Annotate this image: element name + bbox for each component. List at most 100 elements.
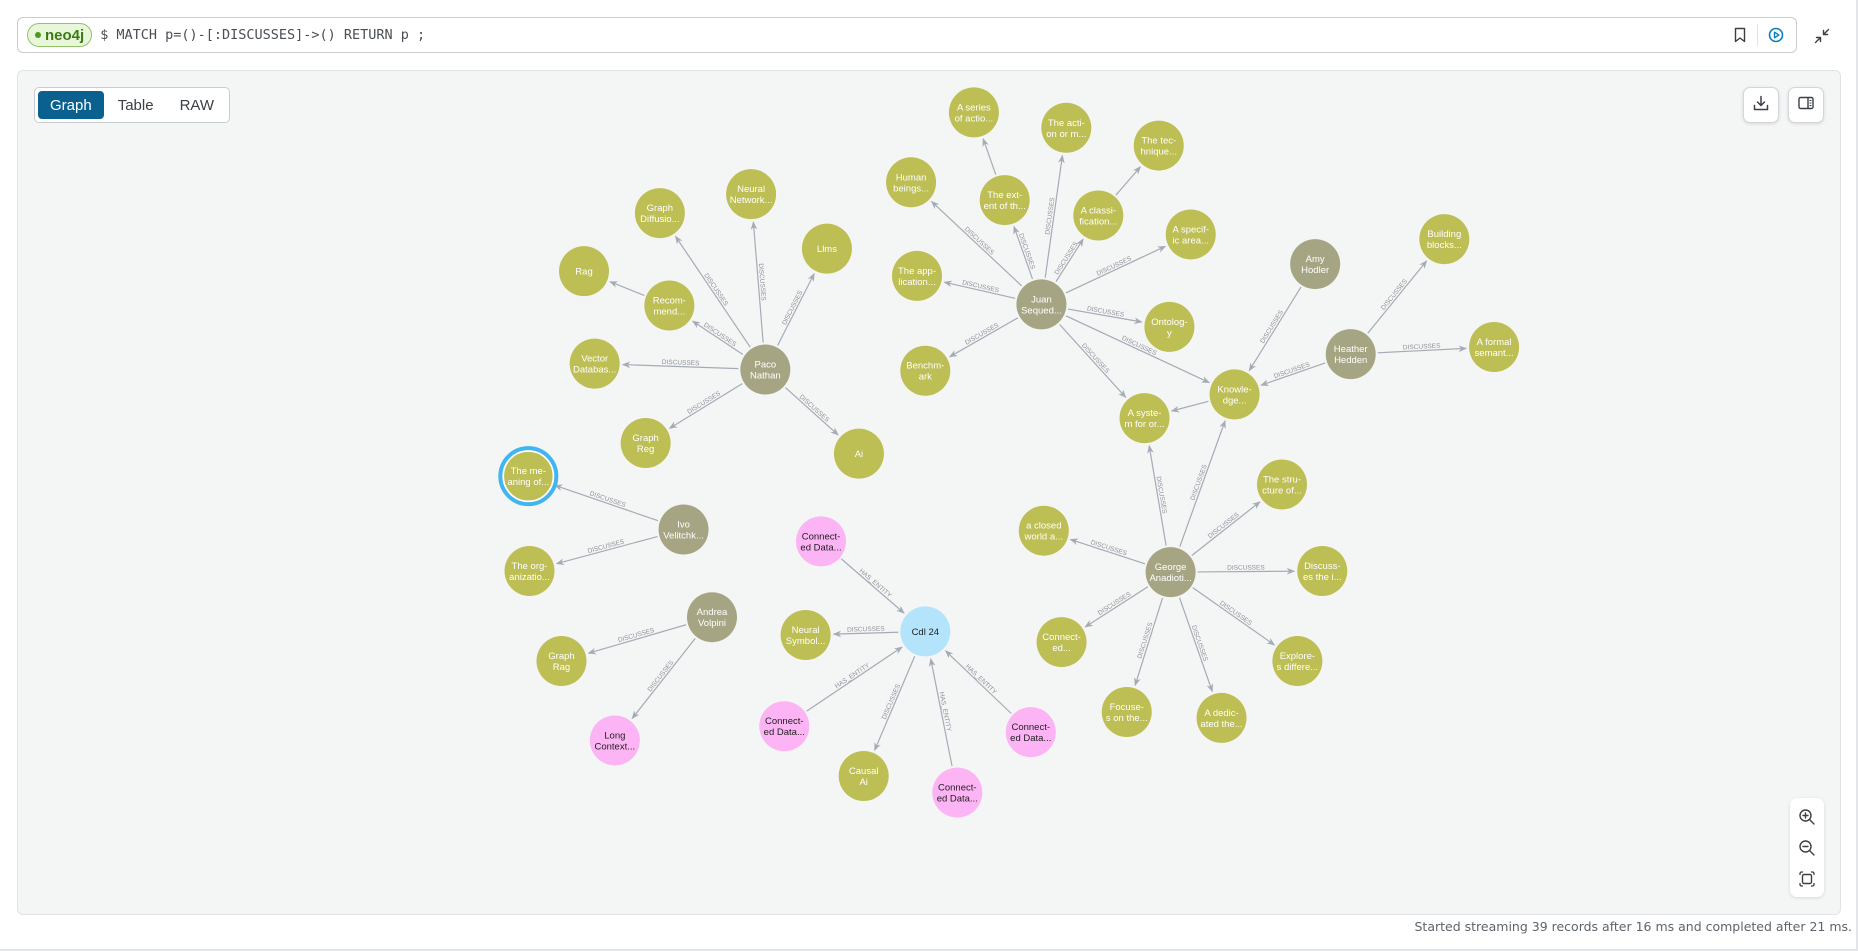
relationship[interactable]: HAS_ENTITY — [928, 658, 953, 767]
zoom-out-icon[interactable] — [1792, 832, 1822, 863]
relationship[interactable]: DISCUSSES — [1192, 587, 1276, 646]
tab-raw[interactable]: RAW — [168, 91, 226, 119]
graph-node-benchmark[interactable]: Benchm-ark — [900, 345, 951, 396]
relationship[interactable]: DISCUSSES — [1054, 238, 1084, 282]
relationship[interactable]: DISCUSSES — [1134, 597, 1164, 687]
graph-node-ai[interactable]: Ai — [833, 428, 884, 479]
relationship-line[interactable] — [1115, 166, 1141, 196]
graph-node-extent[interactable]: The ext-ent of th... — [979, 175, 1030, 226]
relationship[interactable]: DISCUSSES — [1191, 501, 1261, 556]
query-editor[interactable]: neo4j $ MATCH p=()-[:DISCUSSES]->() RETU… — [17, 17, 1797, 53]
relationship[interactable]: DISCUSSES — [1065, 245, 1167, 294]
relationship[interactable] — [982, 138, 997, 175]
relationship[interactable]: HAS_ENTITY — [944, 650, 1012, 714]
run-icon[interactable] — [1768, 27, 1784, 43]
graph-node-dedicated[interactable]: A dedic-ated the... — [1196, 692, 1247, 743]
database-badge[interactable]: neo4j — [27, 23, 93, 47]
relationship[interactable]: DISCUSSES — [668, 383, 743, 429]
graph-node-george[interactable]: GeorgeAnadioti... — [1145, 547, 1196, 598]
download-button[interactable] — [1743, 87, 1779, 123]
graph-canvas[interactable]: DISCUSSES DISCUSSES DISCUSSES DISCUSSES DISC… — [18, 71, 1840, 914]
relationship[interactable]: DISCUSSES — [1044, 154, 1065, 278]
graph-node-neuralnet[interactable]: NeuralNetwork... — [726, 169, 777, 220]
graph-node-llms[interactable]: Llms — [801, 223, 852, 274]
graph-node-closed[interactable]: a closedworld a... — [1018, 505, 1069, 556]
relationship[interactable]: DISCUSSES — [943, 279, 1016, 299]
graph-node-cdl24[interactable]: Cdl 24 — [900, 606, 951, 657]
graph-node-paco[interactable]: PacoNathan — [740, 344, 791, 395]
relationship[interactable]: DISCUSSES — [1059, 323, 1127, 398]
relationship[interactable] — [609, 281, 645, 297]
zoom-in-icon[interactable] — [1792, 801, 1822, 832]
relationship[interactable]: DISCUSSES — [948, 317, 1019, 358]
relationship[interactable]: DISCUSSES — [832, 626, 899, 638]
relationship[interactable]: DISCUSSES — [554, 484, 659, 522]
relationship[interactable]: DISCUSSES — [1147, 444, 1168, 546]
relationship[interactable]: DISCUSSES — [555, 535, 658, 565]
graph-node-cd3[interactable]: Connect-ed Data... — [932, 767, 983, 818]
relationship[interactable] — [1170, 400, 1209, 413]
relationship[interactable]: DISCUSSES — [1367, 260, 1428, 334]
graph-node-heather[interactable]: HeatherHedden — [1325, 329, 1376, 380]
graph-node-ontology[interactable]: Ontolog-y — [1144, 301, 1195, 352]
collapse-icon[interactable] — [1808, 22, 1836, 50]
relationship[interactable]: DISCUSSES — [1248, 286, 1302, 372]
graph-node-amy[interactable]: AmyHodler — [1290, 239, 1341, 290]
tab-graph[interactable]: Graph — [38, 91, 104, 119]
relationship[interactable]: DISCUSSES — [785, 387, 839, 436]
graph-node-juan[interactable]: JuanSequed... — [1016, 279, 1067, 330]
graph-node-discusses_i[interactable]: Discuss-es the i... — [1297, 545, 1348, 596]
graph-node-vectordb[interactable]: VectorDatabas... — [569, 338, 620, 389]
relationship-line[interactable] — [609, 281, 645, 297]
relationship[interactable]: DISCUSSES — [1178, 597, 1213, 693]
graph-node-neuralsym[interactable]: NeuralSymbol... — [780, 609, 831, 660]
relationship[interactable]: DISCUSSES — [587, 624, 687, 655]
relationship[interactable]: DISCUSSES — [1197, 564, 1296, 575]
relationship-line[interactable] — [1170, 400, 1209, 413]
graph-node-organization[interactable]: The org-anizatio... — [504, 545, 555, 596]
graph-node-knowledge[interactable]: Knowle-dge... — [1209, 369, 1260, 420]
graph-node-action[interactable]: The acti-on or m... — [1041, 102, 1092, 153]
graph-node-human[interactable]: Humanbeings... — [886, 157, 937, 208]
relationship-line[interactable] — [982, 138, 997, 175]
graph-node-application[interactable]: The app-lication... — [892, 250, 943, 301]
graph-node-building[interactable]: Buildingblocks... — [1419, 214, 1470, 265]
relationship[interactable]: DISCUSSES — [750, 221, 767, 343]
graph-node-explores[interactable]: Explore-s differe... — [1272, 636, 1323, 687]
graph-node-cd2[interactable]: Connect-ed Data... — [759, 701, 810, 752]
graph-node-graphrag[interactable]: GraphRag — [536, 636, 587, 687]
graph-node-causal[interactable]: CausalAi — [838, 750, 889, 801]
graph-node-formal[interactable]: A formalsemant... — [1469, 322, 1520, 373]
graph-node-connected_t[interactable]: Connect-ed... — [1036, 617, 1087, 668]
graph-node-recommend[interactable]: Recom-mend... — [644, 280, 695, 331]
graph-node-classif[interactable]: A classi-fication... — [1073, 190, 1124, 241]
graph-node-cd4[interactable]: Connect-ed Data... — [1005, 707, 1056, 758]
graph-node-specific[interactable]: A specif-ic area... — [1165, 209, 1216, 260]
relationship[interactable]: DISCUSSES — [1377, 343, 1467, 354]
graph-node-andrea[interactable]: AndreaVolpini — [687, 592, 737, 643]
query-text[interactable]: MATCH p=()-[:DISCUSSES]->() RETURN p ; — [116, 27, 425, 43]
graph-node-structure[interactable]: The stru-cture of... — [1256, 459, 1307, 510]
graph-node-longctx[interactable]: LongContext... — [589, 715, 640, 766]
bookmark-icon[interactable] — [1733, 27, 1747, 43]
graph-node-focuses[interactable]: Focuse-s on the... — [1101, 687, 1152, 737]
graph-node-graphdiff[interactable]: GraphDiffusio... — [634, 188, 685, 239]
details-panel-button[interactable] — [1788, 87, 1824, 123]
graph-node-ivo[interactable]: IvoVelitchk... — [658, 504, 709, 555]
relationship[interactable]: DISCUSSES — [1013, 225, 1036, 280]
relationship[interactable]: DISCUSSES — [1084, 586, 1149, 628]
relationship[interactable]: DISCUSSES — [621, 359, 739, 370]
graph-node-cd1[interactable]: Connect-ed Data... — [796, 516, 847, 567]
graph-node-series[interactable]: A seriesof actio... — [948, 87, 999, 138]
relationship[interactable]: HAS_ENTITY — [841, 558, 905, 614]
relationship[interactable]: DISCUSSES — [1067, 305, 1143, 325]
relationship[interactable] — [1115, 166, 1141, 196]
relationship[interactable]: DISCUSSES — [1069, 538, 1146, 565]
relationship[interactable]: DISCUSSES — [631, 638, 696, 720]
relationship[interactable]: DISCUSSES — [874, 656, 916, 752]
relationship[interactable]: DISCUSSES — [1260, 361, 1326, 386]
graph-node-technique[interactable]: The tec-hnique... — [1133, 120, 1184, 171]
graph-node-system[interactable]: A syste-m for or... — [1119, 393, 1170, 444]
graph-node-rag[interactable]: Rag — [559, 246, 610, 297]
fit-to-screen-icon[interactable] — [1792, 863, 1822, 894]
